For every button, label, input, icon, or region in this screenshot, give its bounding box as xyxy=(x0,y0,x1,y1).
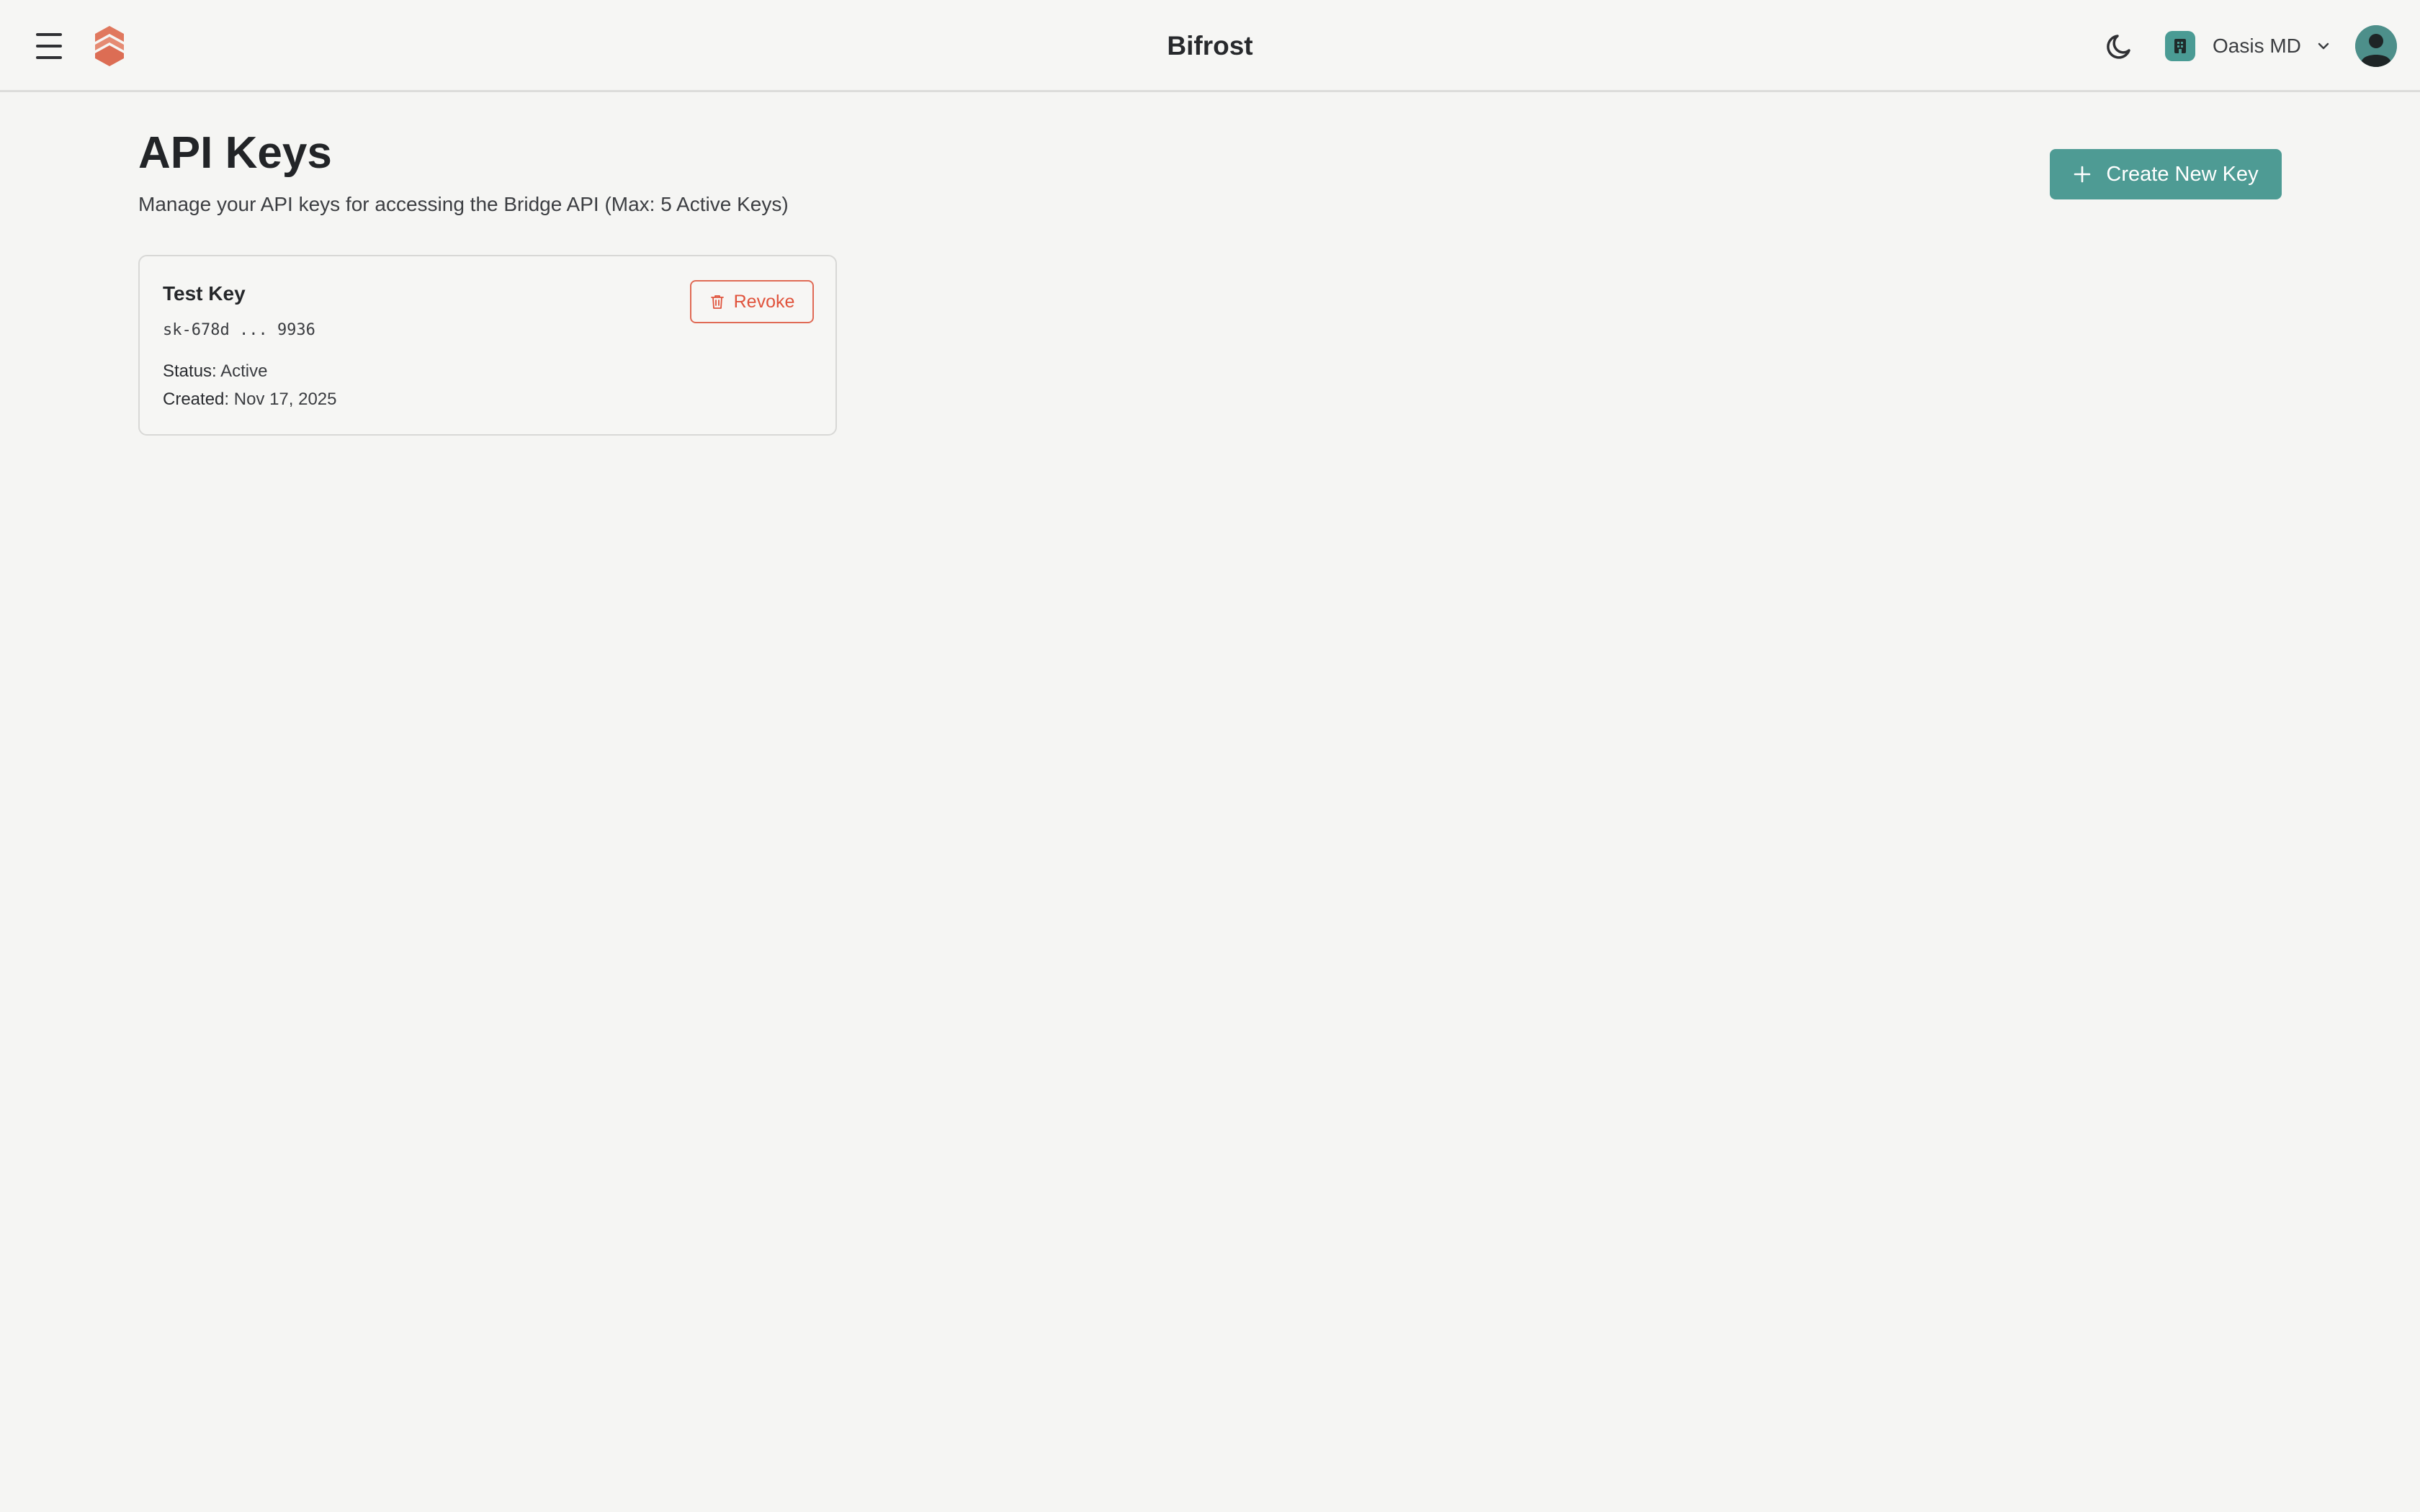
top-bar: Bifrost Oasis MD xyxy=(0,0,2420,92)
menu-line xyxy=(36,45,62,48)
status-label: Status: xyxy=(163,361,217,381)
create-new-key-button[interactable]: Create New Key xyxy=(2050,149,2282,199)
create-new-key-label: Create New Key xyxy=(2106,162,2259,186)
page-title: API Keys xyxy=(138,128,332,178)
hamburger-menu-icon[interactable] xyxy=(33,29,65,63)
status-value: Active xyxy=(220,361,268,381)
menu-line xyxy=(36,33,62,36)
created-label: Created: xyxy=(163,390,230,409)
org-name: Oasis MD xyxy=(2213,35,2301,57)
chevron-down-icon xyxy=(2318,42,2329,50)
menu-line xyxy=(36,56,62,59)
user-avatar-icon[interactable] xyxy=(2355,25,2397,67)
revoke-button[interactable]: Revoke xyxy=(690,280,814,323)
building-icon xyxy=(2165,31,2195,61)
revoke-label: Revoke xyxy=(733,291,795,312)
org-switcher[interactable]: Oasis MD xyxy=(2165,29,2331,63)
api-key-card: Test Key sk-678d ... 9936 Status: Active… xyxy=(138,255,837,436)
moon-icon[interactable] xyxy=(2103,29,2138,63)
key-name: Test Key xyxy=(163,282,246,305)
key-created-row: Created: Nov 17, 2025 xyxy=(163,390,337,410)
key-status-row: Status: Active xyxy=(163,361,267,382)
page-subtitle: Manage your API keys for accessing the B… xyxy=(138,193,789,215)
created-value: Nov 17, 2025 xyxy=(233,390,337,409)
trash-icon xyxy=(710,295,724,309)
plus-icon xyxy=(2074,166,2091,183)
app-title: Bifrost xyxy=(1167,31,1253,60)
masked-key: sk-678d ... 9936 xyxy=(163,321,315,339)
hexagon-logo-icon[interactable] xyxy=(92,24,127,68)
